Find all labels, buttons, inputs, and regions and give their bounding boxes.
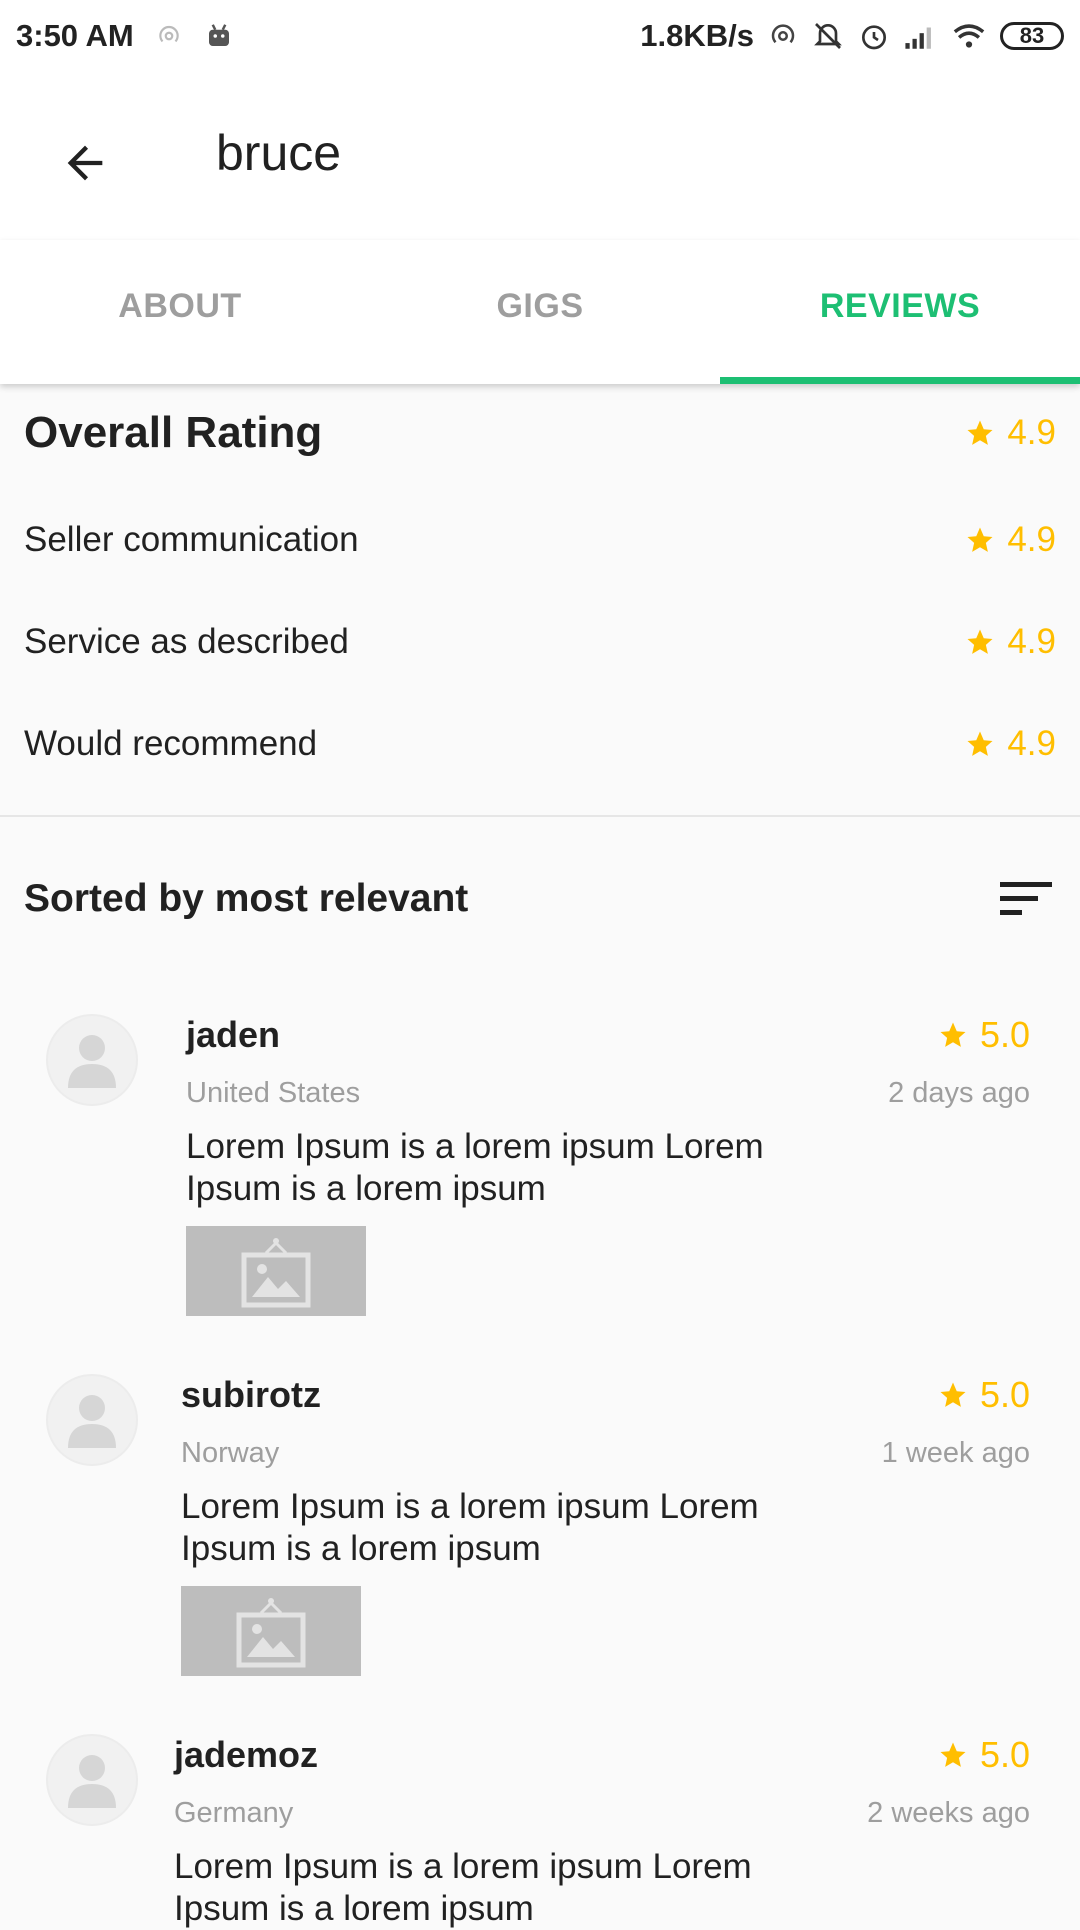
tab-gigs[interactable]: GIGS: [360, 240, 720, 384]
avatar: [46, 1734, 138, 1826]
page-title: bruce: [216, 125, 342, 181]
battery-icon: 83: [1000, 22, 1064, 50]
overall-rating-row: Overall Rating 4.9: [24, 408, 1056, 458]
hotspot-icon: [156, 23, 182, 49]
reviewer-country: United States: [186, 1077, 361, 1109]
rating-value: 4.9: [965, 724, 1056, 764]
wifi-icon: [952, 21, 986, 51]
image-placeholder-icon: [236, 1598, 306, 1668]
reviewer-name: jaden: [186, 1014, 281, 1055]
star-icon: [967, 731, 993, 756]
review-time: 2 weeks ago: [867, 1797, 1030, 1829]
tab-about[interactable]: ABOUT: [0, 240, 360, 384]
rating-label: Would recommend: [24, 724, 318, 763]
review-score: 5.0: [938, 1374, 1030, 1416]
review-text: Lorem Ipsum is a lorem ipsum Lorem Ipsum…: [186, 1127, 764, 1208]
back-button[interactable]: [50, 128, 120, 198]
review-score: 5.0: [938, 1734, 1030, 1776]
signal-icon: [904, 21, 938, 51]
star-icon: [940, 1022, 966, 1047]
alarm-icon: [858, 20, 890, 52]
rating-row-communication: Seller communication 4.9: [24, 520, 1056, 560]
review-score: 5.0: [938, 1014, 1030, 1056]
rating-number: 4.9: [1007, 622, 1056, 661]
rating-value: 4.9: [965, 520, 1056, 560]
review-text: Lorem Ipsum is a lorem ipsum Lorem Ipsum…: [181, 1487, 759, 1568]
avatar: [46, 1014, 138, 1106]
status-time: 3:50 AM: [16, 18, 134, 53]
review-time: 2 days ago: [888, 1077, 1030, 1109]
sort-button[interactable]: [996, 874, 1056, 924]
rating-value: 4.9: [965, 622, 1056, 662]
reviewer-name: subirotz: [181, 1374, 321, 1415]
rating-label: Service as described: [24, 622, 349, 661]
sort-icon: [1000, 882, 1052, 915]
overall-rating-value: 4.9: [965, 413, 1056, 453]
overall-rating-label: Overall Rating: [24, 408, 323, 457]
star-icon: [940, 1382, 966, 1407]
tab-bar: ABOUT GIGS REVIEWS: [0, 240, 1080, 384]
tab-reviews[interactable]: REVIEWS: [720, 240, 1080, 384]
avatar: [46, 1374, 138, 1466]
app-bar: bruce: [0, 72, 1080, 240]
user-icon: [68, 1395, 116, 1448]
star-icon: [967, 420, 993, 445]
reviewer-name: jademoz: [174, 1734, 319, 1775]
review-image[interactable]: [186, 1226, 366, 1316]
rating-row-recommend: Would recommend 4.9: [24, 724, 1056, 764]
arrow-left-icon: [67, 145, 103, 181]
review-score-number: 5.0: [979, 1734, 1030, 1775]
sort-row: Sorted by most relevant: [24, 874, 1056, 924]
reviewer-country: Norway: [181, 1437, 280, 1469]
review-score-number: 5.0: [979, 1374, 1030, 1415]
review-text: Lorem Ipsum is a lorem ipsum Lorem Ipsum…: [174, 1847, 752, 1928]
sort-label: Sorted by most relevant: [24, 877, 469, 920]
image-placeholder-icon: [241, 1238, 311, 1308]
android-icon: [204, 21, 234, 51]
star-icon: [967, 527, 993, 552]
divider: [0, 815, 1080, 817]
rating-row-service: Service as described 4.9: [24, 622, 1056, 662]
user-icon: [68, 1755, 116, 1808]
review-time: 1 week ago: [881, 1437, 1030, 1469]
hotspot-icon: [768, 21, 798, 51]
mute-icon: [812, 20, 844, 52]
star-icon: [967, 629, 993, 654]
rating-number: 4.9: [1007, 520, 1056, 559]
review-image[interactable]: [181, 1586, 361, 1676]
status-bar: 3:50 AM 1.8KB/s 83: [0, 0, 1080, 72]
rating-number: 4.9: [1007, 724, 1056, 763]
reviewer-country: Germany: [174, 1797, 294, 1829]
overall-rating-number: 4.9: [1007, 413, 1056, 452]
user-icon: [68, 1035, 116, 1088]
network-speed: 1.8KB/s: [640, 18, 754, 53]
review-score-number: 5.0: [979, 1014, 1030, 1055]
rating-label: Seller communication: [24, 520, 359, 559]
star-icon: [940, 1742, 966, 1767]
